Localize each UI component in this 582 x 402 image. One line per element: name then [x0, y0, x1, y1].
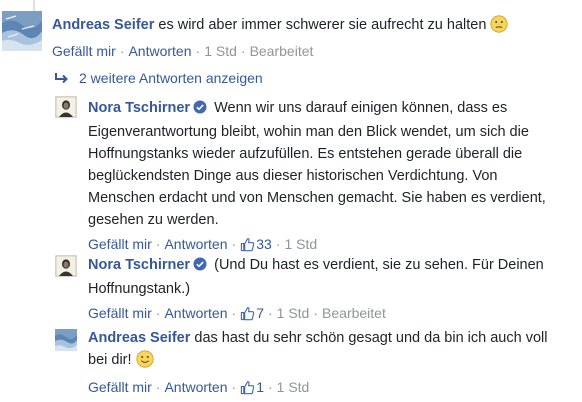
comment-author[interactable]: Nora Tschirner	[88, 100, 190, 116]
thumbs-up-icon	[241, 307, 255, 321]
like-button[interactable]: Gefällt mir	[88, 305, 152, 321]
smiley-face-icon	[135, 350, 154, 375]
comment-text-row: Andreas Seifer das hast du sehr schön ge…	[88, 327, 568, 375]
like-button[interactable]: Gefällt mir	[52, 43, 116, 59]
comment-author[interactable]: Andreas Seifer	[52, 17, 154, 33]
like-count[interactable]: 7	[240, 305, 264, 321]
comment-author[interactable]: Andreas Seifer	[88, 330, 190, 346]
avatar[interactable]	[55, 96, 77, 118]
comment-text-row: Andreas Seifer es wird aber immer schwer…	[52, 14, 570, 40]
comment-text: Wenn wir uns darauf einigen können, dass…	[88, 100, 546, 228]
avatar-sea-image	[2, 11, 42, 51]
more-replies-label[interactable]: 2 weitere Antworten anzeigen	[79, 70, 263, 86]
like-button[interactable]: Gefällt mir	[88, 379, 152, 395]
more-replies-link[interactable]: 2 weitere Antworten anzeigen	[55, 70, 263, 88]
avatar[interactable]	[2, 11, 42, 51]
comment-time[interactable]: 1 Std	[204, 43, 237, 59]
edited-label[interactable]: Bearbeitet	[322, 305, 386, 321]
thumbs-up-icon	[241, 381, 255, 395]
like-count[interactable]: 1	[240, 379, 264, 395]
comment-meta: Gefällt mir · Antworten · 1 Std · Bearbeitet	[52, 43, 314, 59]
confused-face-icon	[490, 15, 509, 40]
comment-andreas-2: Andreas Seifer das hast du sehr schön ge…	[55, 329, 575, 395]
verified-badge-icon	[193, 99, 207, 121]
comment-time[interactable]: 1 Std	[277, 305, 310, 321]
verified-badge-icon	[193, 256, 207, 278]
edited-label[interactable]: Bearbeitet	[250, 43, 314, 59]
thumbs-up-icon	[241, 238, 255, 252]
avatar-portrait-image	[55, 96, 77, 118]
comment-andreas-1: Andreas Seifer es wird aber immer schwer…	[2, 11, 572, 67]
reply-button[interactable]: Antworten	[164, 305, 227, 321]
comment-time[interactable]: 1 Std	[277, 379, 310, 395]
reply-arrow-icon	[55, 72, 69, 88]
avatar-sea-image	[55, 329, 77, 351]
comment-time[interactable]: 1 Std	[284, 236, 317, 252]
comment-nora-2: Nora Tschirner (Und Du hast es verdient,…	[55, 254, 575, 321]
reply-button[interactable]: Antworten	[128, 43, 191, 59]
comment-meta: Gefällt mir · Antworten · 1 · 1 Std	[88, 379, 310, 395]
comment-author[interactable]: Nora Tschirner	[88, 257, 190, 273]
like-count-value: 33	[256, 236, 272, 252]
comment-text-row: Nora Tschirner (Und Du hast es verdient,…	[88, 254, 568, 300]
comment-nora-1: Nora Tschirner Wenn wir uns darauf einig…	[55, 96, 575, 252]
avatar-portrait-image	[55, 255, 77, 277]
like-count-value: 1	[256, 379, 264, 395]
reply-button[interactable]: Antworten	[164, 236, 227, 252]
comment-meta: Gefällt mir · Antworten · 7 · 1 Std · Bearbeitet	[88, 305, 386, 321]
like-count[interactable]: 33	[240, 236, 272, 252]
reply-button[interactable]: Antworten	[164, 379, 227, 395]
comment-text-row: Nora Tschirner Wenn wir uns darauf einig…	[88, 97, 568, 231]
avatar[interactable]	[55, 255, 77, 277]
comment-meta: Gefällt mir · Antworten · 33 · 1 Std	[88, 236, 318, 252]
comment-text: es wird aber immer schwerer sie aufrecht…	[158, 17, 487, 33]
avatar[interactable]	[55, 329, 77, 351]
like-count-value: 7	[256, 305, 264, 321]
like-button[interactable]: Gefällt mir	[88, 236, 152, 252]
